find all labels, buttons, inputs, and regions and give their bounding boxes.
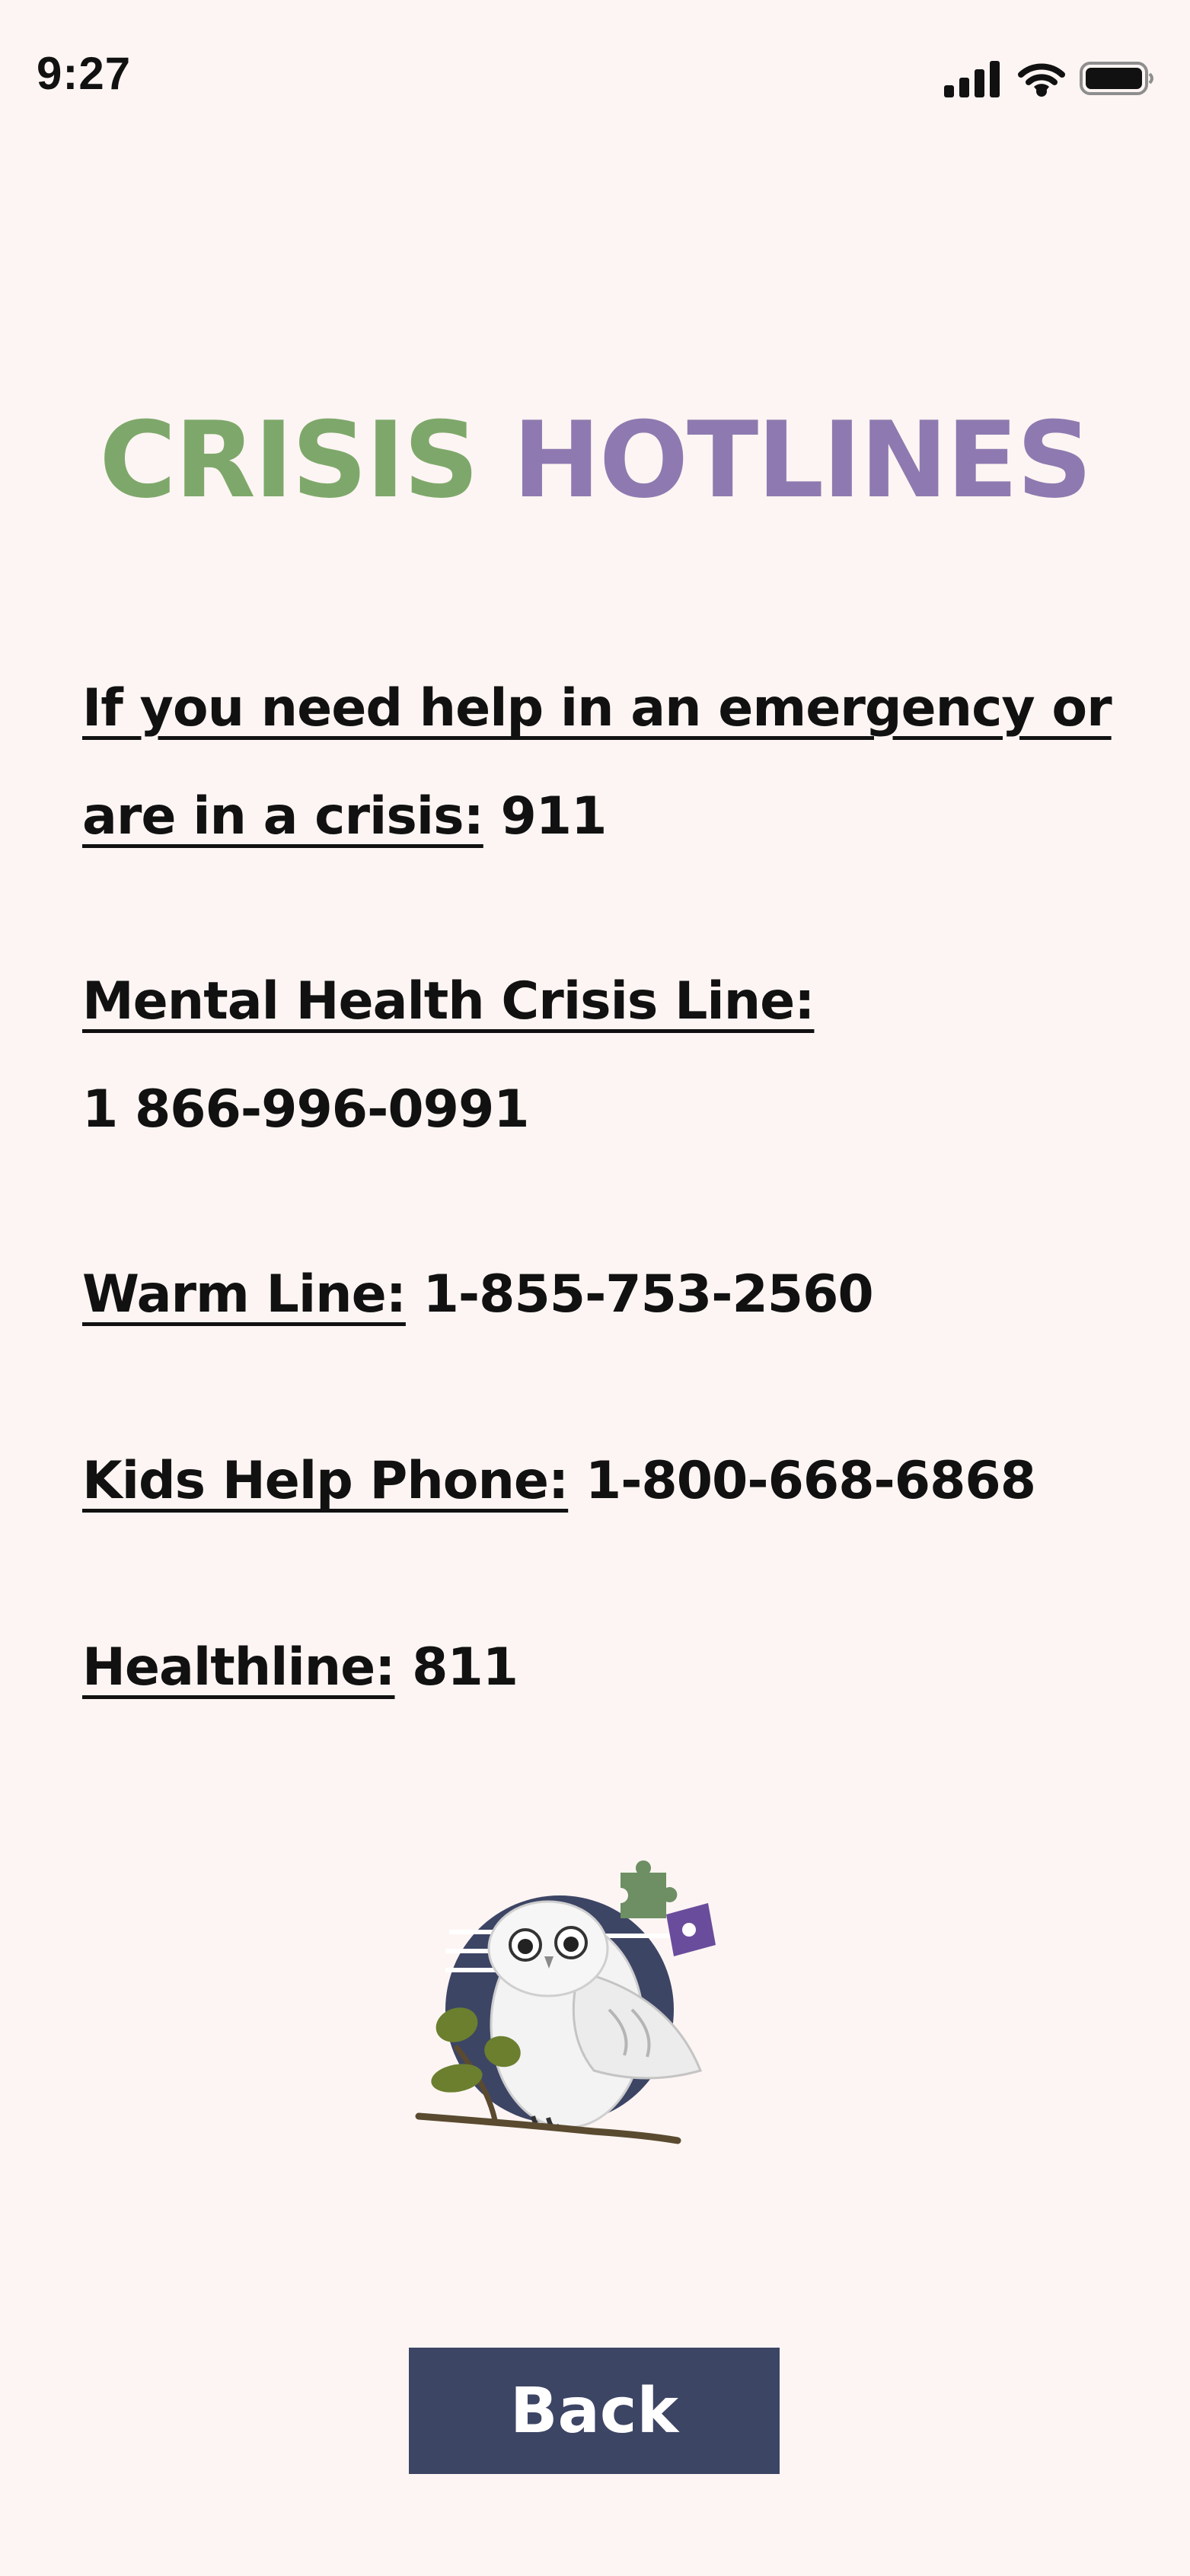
hotline-healthline: Healthline: 811 [82, 1614, 1133, 1722]
owl-puzzle-logo-icon [415, 1860, 716, 2144]
status-time: 9:27 [37, 48, 132, 99]
title-crisis: CRISIS [99, 399, 479, 521]
hotline-kids-help: Kids Help Phone: 1-800-668-6868 [82, 1427, 1133, 1535]
hotline-number[interactable]: 1-855-753-2560 [423, 1264, 874, 1325]
cellular-signal-icon [944, 59, 1000, 97]
page-title: CRISIS HOTLINES [0, 396, 1190, 525]
hotline-mental-health: Mental Health Crisis Line: 1 866-996-099… [82, 948, 1133, 1164]
status-bar: 9:27 [0, 0, 1190, 152]
title-hotlines: HOTLINES [512, 399, 1092, 521]
hotline-number[interactable]: 1 866-996-0991 [82, 1079, 530, 1140]
battery-icon [1080, 62, 1153, 95]
hotline-warm-line: Warm Line: 1-855-753-2560 [82, 1241, 1133, 1349]
hotline-number[interactable]: 911 [500, 786, 607, 846]
hotline-label: Mental Health Crisis Line: [82, 971, 815, 1031]
hotline-label: Warm Line: [82, 1264, 407, 1325]
hotline-label: Kids Help Phone: [82, 1451, 569, 1511]
hotline-number[interactable]: 1-800-668-6868 [585, 1451, 1036, 1511]
hotline-emergency: If you need help in an emergency or are … [82, 655, 1133, 871]
hotline-number[interactable]: 811 [412, 1637, 518, 1698]
wifi-icon [1018, 63, 1065, 97]
back-button[interactable]: Back [409, 2348, 780, 2474]
hotline-label: Healthline: [82, 1637, 395, 1698]
